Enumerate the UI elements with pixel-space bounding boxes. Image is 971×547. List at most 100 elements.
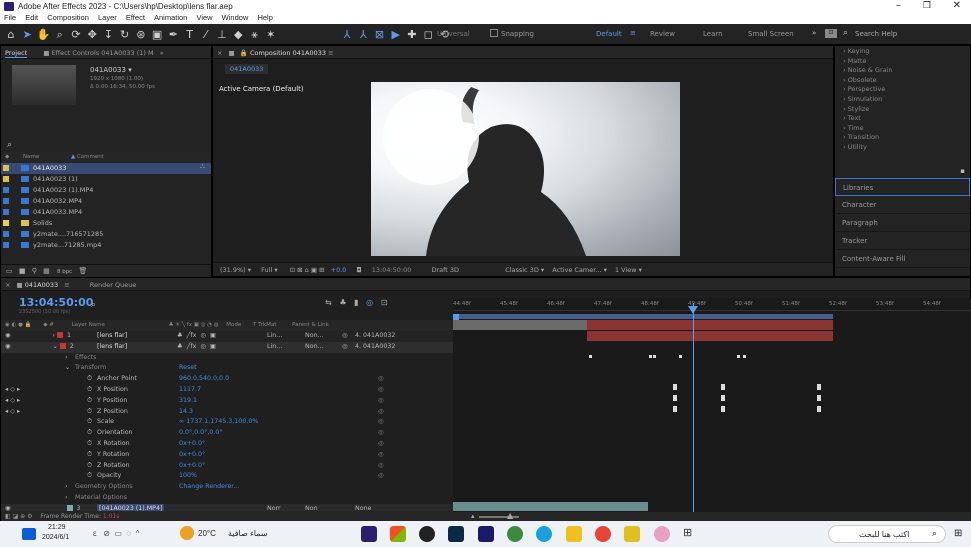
close-timeline-icon[interactable]: ×	[5, 281, 10, 289]
effect-keyframe[interactable]	[649, 355, 652, 358]
close-comp-tab-icon[interactable]: ×	[217, 49, 222, 57]
expand-layer-icon[interactable]: ⌄	[53, 343, 58, 350]
time-ruler[interactable]: 44:48f 45:48f 46:48f 47:48f 48:48f 49:48f 50:4…	[453, 301, 971, 311]
effect-keyframe[interactable]	[737, 355, 740, 358]
3d-scale-icon[interactable]: ◻	[421, 24, 435, 45]
windows-app-icon[interactable]	[390, 526, 406, 542]
close-icon[interactable]: ✕	[953, 0, 961, 11]
property-value[interactable]: 14.3	[179, 407, 193, 418]
keyframe-navigator-icon[interactable]: ◂ ◇ ▸	[5, 385, 20, 396]
expression-pickwhip-icon[interactable]: ◎	[378, 417, 384, 428]
universal-label[interactable]: Universal	[437, 30, 470, 38]
stopwatch-icon[interactable]: ⏱	[87, 417, 92, 428]
panel-character[interactable]: Character	[835, 196, 970, 214]
zoom-out-icon[interactable]: ▴	[471, 512, 475, 520]
comp-breadcrumb[interactable]: 041A0033	[225, 64, 269, 74]
effect-category[interactable]: › Noise & Grain	[835, 66, 970, 76]
effect-keyframe[interactable]	[589, 355, 592, 358]
panel-content-aware-fill[interactable]: Content-Aware Fill	[835, 250, 970, 268]
menu-view[interactable]: View	[196, 13, 212, 22]
expression-pickwhip-icon[interactable]: ◎	[378, 385, 384, 396]
layer-switches-icons[interactable]: ♣ ╱fx ◎ ▣	[177, 331, 216, 342]
stopwatch-icon[interactable]: ⏱	[87, 385, 92, 396]
chevron-icon[interactable]: ›	[65, 493, 68, 504]
layer-mode-select[interactable]: Lin…	[267, 331, 283, 342]
keyframe-marker[interactable]	[721, 406, 725, 412]
audition-icon[interactable]	[478, 526, 494, 542]
system-tray-icons[interactable]: ε ⊘ ▭ ◌ ^	[93, 529, 139, 538]
effect-category[interactable]: › Transition	[835, 133, 970, 143]
toggle-switches-icons[interactable]: ◧ ◪ ⊕ ⚙	[5, 513, 32, 520]
workspace-menu-icon[interactable]: ≡	[630, 29, 636, 37]
label-color-swatch[interactable]	[3, 165, 9, 171]
fast-preview-icon[interactable]: ⊡ ⊠ ⌂ ▣ ⊞	[290, 266, 325, 274]
rectangle-tool-icon[interactable]: ▣	[150, 24, 164, 45]
delete-icon[interactable]: 🗑	[78, 267, 87, 275]
expand-layer-icon[interactable]: ›	[53, 332, 56, 339]
windows-search-box[interactable]: ⌕ اكتب هنا للبحث	[828, 525, 946, 543]
label-color-swatch[interactable]	[3, 176, 9, 182]
obs-icon[interactable]	[419, 526, 435, 542]
rotate-tool-icon[interactable]: ↻	[118, 24, 132, 45]
clone-tool-icon[interactable]: ⊥	[215, 24, 229, 45]
property-row[interactable]: ⏱ Z Rotation 0x+0.0° ◎	[1, 461, 453, 472]
camera-select[interactable]: Active Camer...	[552, 266, 601, 274]
snapping-checkbox[interactable]	[490, 29, 498, 37]
layer-switches-icons[interactable]: ♣ ╱fx ◎ ▣	[177, 342, 216, 353]
property-row[interactable]: ⏱ Scale ∞ 1737.1,1745.3,100.0% ◎	[1, 417, 453, 428]
flowchart-icon[interactable]: ⛬	[200, 162, 205, 171]
property-value[interactable]: 1117.7	[179, 385, 201, 396]
layer-2-bar[interactable]	[587, 331, 833, 341]
effect-category[interactable]: › Perspective	[835, 85, 970, 95]
pickwhip-icon[interactable]: ◎	[342, 342, 348, 353]
after-effects-taskbar-icon[interactable]	[361, 526, 377, 542]
start-icon[interactable]: ⊞	[954, 528, 962, 539]
selection-tool-icon[interactable]: ➤	[20, 24, 34, 45]
workspace-default[interactable]: Default	[596, 30, 622, 38]
chevron-icon[interactable]: ›	[65, 482, 68, 493]
timeline-switches-icons[interactable]: ⇆ ♣ ▮ ◎ ⊡	[325, 298, 388, 307]
menu-layer[interactable]: Layer	[98, 13, 117, 22]
zoom-tool-icon[interactable]: ⌕	[53, 24, 67, 45]
label-color-swatch[interactable]	[3, 231, 9, 237]
weather-temp[interactable]: 20°C	[198, 529, 216, 538]
expression-pickwhip-icon[interactable]: ◎	[378, 450, 384, 461]
stopwatch-icon[interactable]: ⏱	[87, 450, 92, 461]
view-axis-icon[interactable]: ⊠	[372, 24, 386, 45]
menu-edit[interactable]: Edit	[25, 13, 38, 22]
stopwatch-icon[interactable]: ⏱	[87, 461, 92, 472]
keyframe-navigator-icon[interactable]: ◂ ◇ ▸	[5, 396, 20, 407]
property-row[interactable]: ⏱ X Rotation 0x+0.0° ◎	[1, 439, 453, 450]
property-row[interactable]: ◂ ◇ ▸ ⏱ X Position 1117.7 ◎	[1, 385, 453, 396]
menu-help[interactable]: Help	[257, 13, 272, 22]
menu-composition[interactable]: Composition	[47, 13, 89, 22]
column-name[interactable]: Name	[23, 154, 39, 160]
search-help-input[interactable]: Search Help	[855, 30, 897, 38]
layer-label-color[interactable]	[66, 504, 73, 511]
visibility-eye-icon[interactable]: ◉	[5, 332, 11, 339]
property-row[interactable]: ⏱ Y Rotation 0x+0.0° ◎	[1, 450, 453, 461]
keyframe-marker[interactable]	[673, 406, 677, 412]
layer-label-color[interactable]	[57, 332, 64, 338]
panel-tracker[interactable]: Tracker	[835, 232, 970, 250]
keyframe-marker[interactable]	[817, 406, 821, 412]
layer-parent-select[interactable]: 4. 041A0032	[355, 342, 395, 353]
keyframe-marker[interactable]	[673, 395, 677, 401]
property-row[interactable]: › Effects	[1, 353, 453, 364]
pickwhip-icon[interactable]: ◎	[342, 331, 348, 342]
weather-desc[interactable]: سماء صافية	[228, 529, 268, 538]
label-color-swatch[interactable]	[3, 220, 9, 226]
local-axis-icon[interactable]: ⅄	[340, 24, 354, 45]
layer-label-color[interactable]	[59, 342, 66, 349]
menu-window[interactable]: Window	[222, 13, 249, 22]
expression-pickwhip-icon[interactable]: ◎	[378, 461, 384, 472]
layer-row[interactable]: ◉ ⌄ 2 [lens flar] ♣ ╱fx ◎ ▣ Lin… Non… ◎ 4. 041A0…	[1, 341, 453, 353]
keyframe-marker[interactable]	[817, 395, 821, 401]
stopwatch-icon[interactable]: ⏱	[87, 396, 92, 407]
effect-keyframe[interactable]	[743, 355, 746, 358]
column-comment[interactable]: Comment	[77, 154, 104, 160]
pen-tool-icon[interactable]: ✒	[166, 24, 180, 45]
type-tool-icon[interactable]: T	[183, 24, 197, 45]
effect-category[interactable]: › Utility	[835, 143, 970, 153]
keyframe-marker[interactable]	[721, 395, 725, 401]
